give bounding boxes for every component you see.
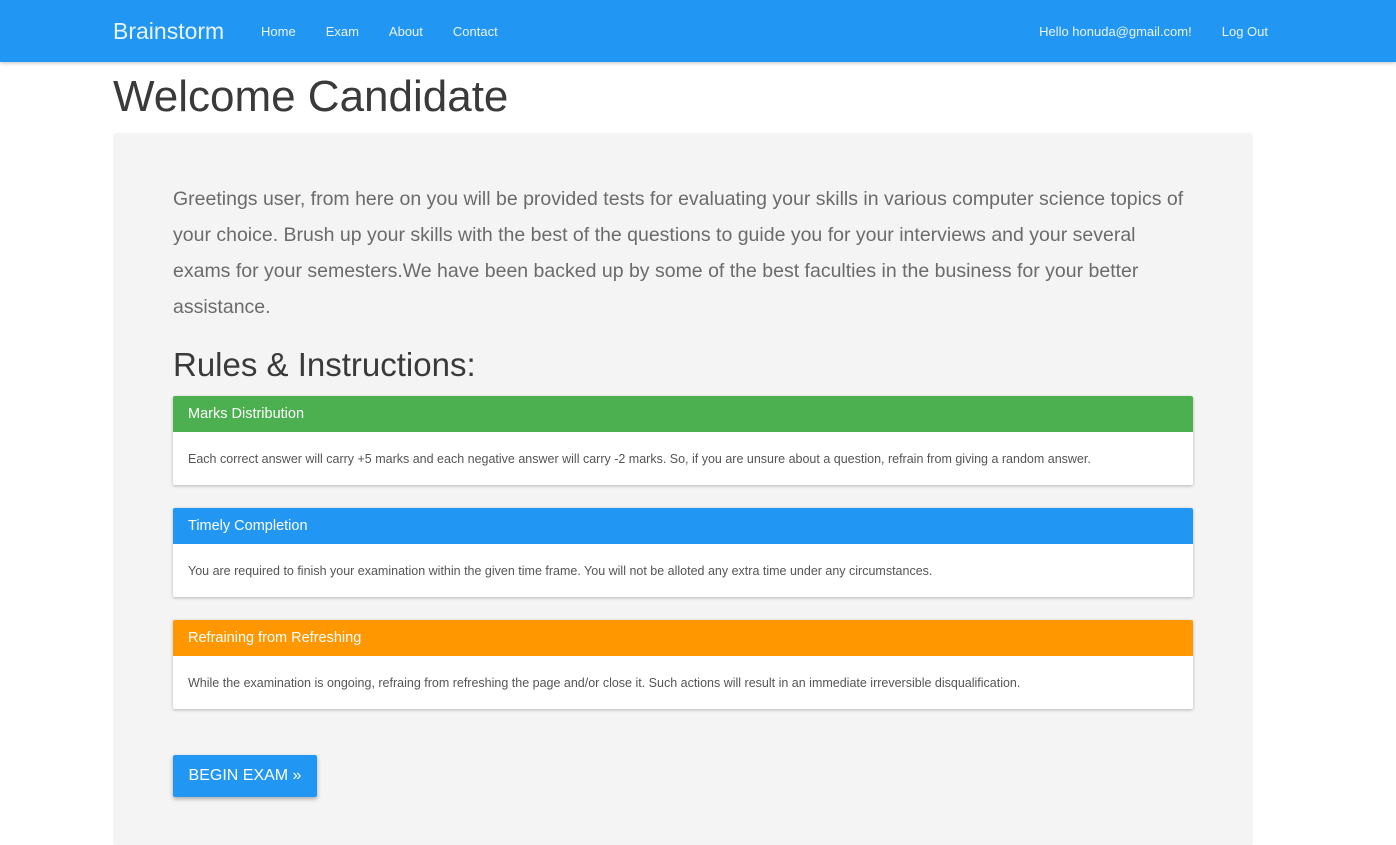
welcome-jumbotron: Greetings user, from here on you will be… bbox=[113, 133, 1253, 845]
nav-link-contact[interactable]: Contact bbox=[453, 23, 498, 40]
nav-link-about[interactable]: About bbox=[389, 23, 423, 40]
panel-heading: Timely Completion bbox=[173, 508, 1193, 544]
panel-timely-completion: Timely Completion You are required to fi… bbox=[173, 508, 1193, 597]
panel-refraining-from-refreshing: Refraining from Refreshing While the exa… bbox=[173, 620, 1193, 709]
panel-marks-distribution: Marks Distribution Each correct answer w… bbox=[173, 396, 1193, 485]
panel-heading: Refraining from Refreshing bbox=[173, 620, 1193, 656]
nav-user-area: Hello honuda@gmail.com! Log Out bbox=[1009, 23, 1268, 40]
user-greeting-link[interactable]: Hello honuda@gmail.com! bbox=[1039, 23, 1192, 40]
begin-exam-button[interactable]: BEGIN EXAM » bbox=[173, 755, 317, 797]
panel-heading: Marks Distribution bbox=[173, 396, 1193, 432]
nav-link-home[interactable]: Home bbox=[261, 23, 296, 40]
panel-body: While the examination is ongoing, refrai… bbox=[188, 676, 1021, 690]
nav-links: Home Exam About Contact bbox=[261, 23, 528, 40]
panel-body: Each correct answer will carry +5 marks … bbox=[188, 452, 1091, 466]
intro-text: Greetings user, from here on you will be… bbox=[173, 188, 1184, 318]
logout-link[interactable]: Log Out bbox=[1222, 23, 1268, 40]
navbar: Brainstorm Home Exam About Contact Hello… bbox=[0, 0, 1396, 62]
panel-body: You are required to finish your examinat… bbox=[188, 564, 933, 578]
brand-logo[interactable]: Brainstorm bbox=[113, 17, 224, 45]
rules-heading: Rules & Instructions: bbox=[173, 346, 476, 383]
page-title: Welcome Candidate bbox=[113, 72, 509, 121]
nav-link-exam[interactable]: Exam bbox=[326, 23, 359, 40]
